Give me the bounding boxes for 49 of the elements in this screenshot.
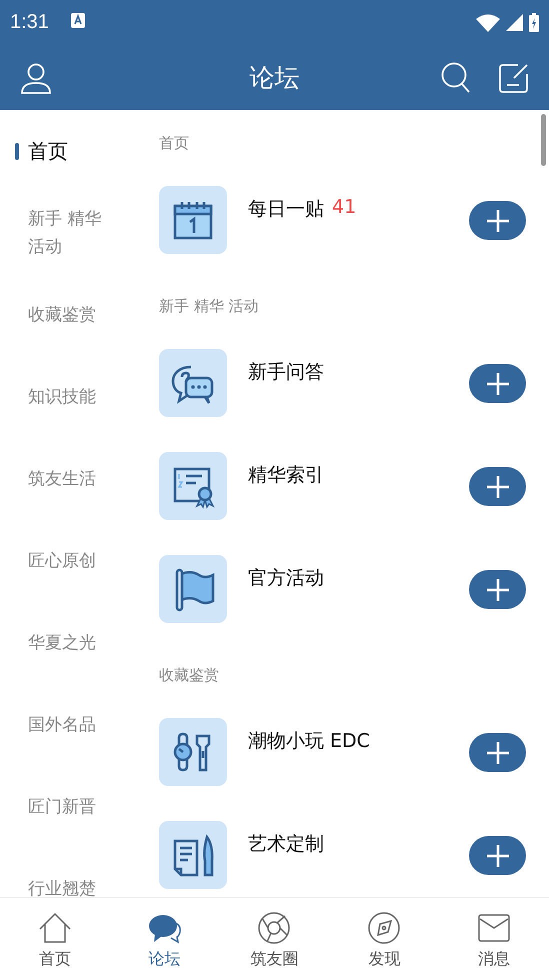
plus-icon (486, 844, 510, 868)
forum-name[interactable]: 每日一贴 (248, 196, 324, 222)
sidebar-item[interactable]: 收藏鉴赏 (0, 274, 145, 356)
section-heading: 收藏鉴赏 (159, 665, 220, 686)
plus-icon (486, 208, 510, 232)
battery-icon (529, 13, 539, 32)
tab-item[interactable]: 发现 (329, 898, 440, 976)
add-button[interactable] (469, 364, 526, 403)
compass-icon (367, 911, 402, 945)
sidebar-item[interactable]: 匠心原创 (0, 520, 145, 602)
sidebar-item[interactable]: 筑友生活 (0, 438, 145, 520)
plus-icon (486, 740, 510, 764)
add-button[interactable] (469, 570, 526, 609)
tab-item[interactable]: 首页 (0, 898, 110, 976)
scrollbar (541, 114, 546, 166)
search-icon[interactable] (441, 62, 471, 93)
forum-name[interactable]: 精华索引 (248, 462, 324, 488)
sidebar-item[interactable]: 知识技能 (0, 356, 145, 438)
aperture-icon (257, 911, 292, 945)
sidebar-item[interactable]: 匠门新晋 (0, 766, 145, 848)
forum-name[interactable]: 艺术定制 (248, 831, 324, 857)
sidebar-item[interactable]: 国外名品 (0, 684, 145, 766)
user-icon[interactable] (20, 62, 52, 94)
add-button[interactable] (469, 201, 526, 240)
post-count: 41 (332, 196, 356, 218)
edit-icon[interactable] (499, 62, 529, 92)
plus-icon (486, 474, 510, 498)
tab-item[interactable]: 筑友圈 (220, 898, 330, 976)
forum-name[interactable]: 官方活动 (248, 565, 324, 591)
wifi-icon (476, 14, 500, 32)
home-icon (38, 911, 72, 945)
forum-name[interactable]: 新手问答 (248, 359, 324, 385)
signal-icon (506, 14, 523, 31)
forum-name[interactable]: 潮物小玩 EDC (248, 728, 370, 754)
sidebar-item[interactable]: 首页 (0, 110, 145, 192)
status-time: 1:31 (10, 11, 49, 34)
sidebar-item[interactable]: 华夏之光 (0, 602, 145, 684)
section-heading: 新手 精华 活动 (159, 296, 260, 317)
add-button[interactable] (469, 733, 526, 772)
page-title: 论坛 (250, 62, 300, 94)
add-button[interactable] (469, 467, 526, 506)
plus-icon (486, 578, 510, 602)
sidebar-item[interactable]: 行业翘楚 (0, 848, 145, 897)
tab-item[interactable]: 论坛 (110, 898, 220, 976)
sidebar-item[interactable]: 新手 精华活动 (0, 192, 145, 274)
section-heading: 首页 (159, 133, 190, 154)
add-button[interactable] (469, 836, 526, 875)
tab-item[interactable]: 消息 (439, 898, 549, 976)
plus-icon (486, 372, 510, 396)
